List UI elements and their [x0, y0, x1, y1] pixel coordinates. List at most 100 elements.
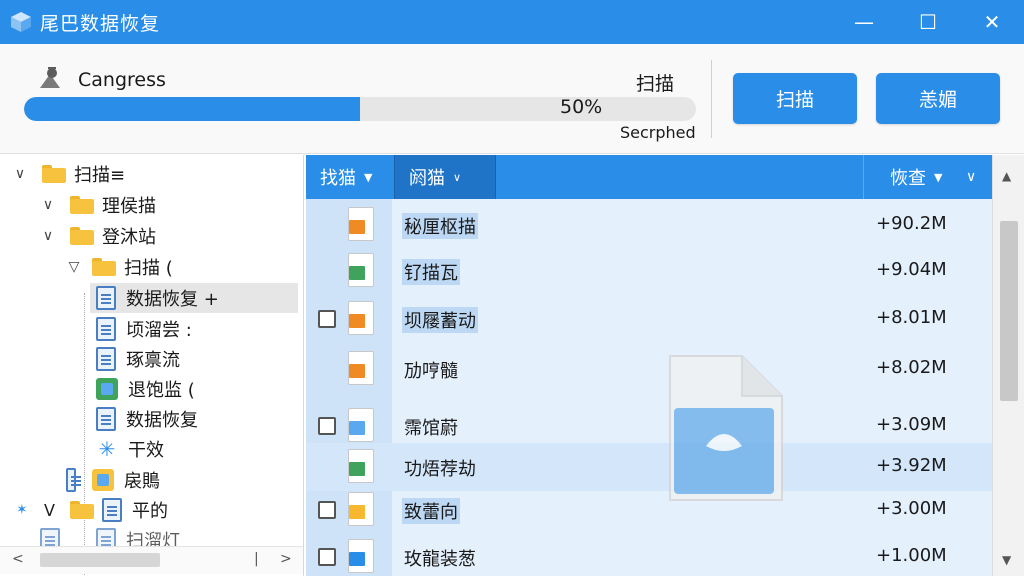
- chevron-down-icon[interactable]: ∨: [12, 166, 28, 182]
- sub-status: Secrphed: [620, 123, 696, 142]
- scan-status-label: 扫描: [636, 73, 675, 95]
- folder-icon: [42, 165, 66, 183]
- column-header-size[interactable]: 恢查 ▼: [876, 155, 966, 199]
- table-row[interactable]: 劢哼髓 +8.02M: [306, 345, 992, 393]
- recover-button[interactable]: 恙媚: [876, 73, 1000, 124]
- chevron-down-icon[interactable]: ▽: [66, 259, 82, 275]
- file-icon: [348, 449, 374, 483]
- column-header-name[interactable]: 阏猫 ∨: [394, 155, 496, 199]
- file-size: +3.92M: [876, 455, 947, 476]
- scrollbar-thumb[interactable]: [40, 553, 160, 567]
- table-row[interactable]: 坝屦蓄动 +8.01M: [306, 295, 992, 343]
- tree-item-file[interactable]: 扆鵙: [66, 465, 160, 495]
- horizontal-scrollbar[interactable]: < | >: [0, 546, 303, 574]
- folder-icon: [70, 196, 94, 214]
- tree-item-folder[interactable]: ▽ 扫描 (: [66, 252, 173, 282]
- file-type-badge: [349, 314, 365, 328]
- tree-item-folder[interactable]: ∨ 登沐站: [40, 221, 156, 251]
- table-row[interactable]: 玫龍装葱 +1.00M: [306, 533, 992, 576]
- row-checkbox[interactable]: [318, 548, 336, 566]
- file-type-badge: [349, 552, 365, 566]
- file-name: 致蕾向: [402, 498, 460, 524]
- scrollbar-thumb[interactable]: [1000, 221, 1018, 401]
- chevron-down-icon[interactable]: ∨: [966, 155, 976, 199]
- file-name: 钌描瓦: [402, 259, 460, 285]
- tree-item-label: 扫描 (: [124, 258, 173, 279]
- file-type-badge: [349, 462, 365, 476]
- row-checkbox[interactable]: [318, 501, 336, 519]
- list-header: 找猫 ▼ 阏猫 ∨ 恢查 ▼ ∨: [306, 155, 992, 199]
- tree-item-file[interactable]: 琢禀流: [96, 344, 180, 374]
- folder-icon: [70, 227, 94, 245]
- file-type-badge: [349, 266, 365, 280]
- close-button[interactable]: ✕: [960, 0, 1024, 44]
- table-row[interactable]: 秘厘枢描 +90.2M: [306, 201, 992, 249]
- row-checkbox[interactable]: [318, 417, 336, 435]
- table-row[interactable]: 功焐荐劫 +3.92M: [306, 443, 992, 491]
- drag-preview-file-icon: [660, 352, 786, 512]
- file-size: +1.00M: [876, 545, 947, 566]
- document-icon: [96, 317, 116, 341]
- scroll-down-icon[interactable]: ▼: [1002, 553, 1011, 567]
- app-logo-icon: [10, 11, 32, 33]
- column-label: 阏猫: [409, 168, 445, 189]
- column-header-type[interactable]: 找猫 ▼: [306, 155, 394, 199]
- scroll-right-icon[interactable]: >: [280, 551, 292, 567]
- image-icon: [92, 469, 114, 491]
- tree-item-folder[interactable]: ∨ 理侯描: [40, 190, 156, 220]
- scroll-up-icon[interactable]: ▲: [1002, 169, 1011, 183]
- file-icon: [348, 408, 374, 442]
- document-icon: [96, 407, 116, 431]
- file-type-badge: [349, 505, 365, 519]
- file-name: 功焐荐劫: [404, 459, 476, 480]
- tree-item-label: 数据恢复: [126, 410, 198, 431]
- tree-item-root[interactable]: ∨ 扫描≡: [12, 159, 125, 189]
- file-type-badge: [349, 421, 365, 435]
- file-icon: [348, 253, 374, 287]
- document-icon: [102, 498, 122, 522]
- document-icon: [66, 468, 81, 492]
- tree-item-file[interactable]: 数据恢复: [96, 404, 198, 434]
- sparkle-icon: ✳: [98, 437, 116, 461]
- folder-icon: [92, 258, 116, 276]
- folder-icon: [70, 501, 94, 519]
- file-size: +8.02M: [876, 357, 947, 378]
- scroll-divider-icon: |: [254, 551, 259, 567]
- progress-fill: [24, 97, 360, 121]
- chevron-down-icon: ∨: [453, 170, 462, 184]
- chevron-right-icon[interactable]: ᐯ: [44, 501, 60, 520]
- folder-tree: ∨ 扫描≡ ∨ 理侯描 ∨ 登沐站 ▽ 扫描 ( 数据恢复 + 顷溜尝 : 琢禀…: [0, 155, 304, 576]
- table-row[interactable]: 致蕾向 +3.00M: [306, 486, 992, 534]
- tree-item-file[interactable]: 退饱监 (: [96, 374, 195, 404]
- chevron-down-icon[interactable]: ∨: [40, 197, 56, 213]
- tree-item-file[interactable]: ✶ ᐯ 平的: [16, 495, 168, 525]
- scroll-left-icon[interactable]: <: [12, 551, 24, 567]
- tree-item-label: 数据恢复 +: [126, 289, 219, 310]
- scan-header: Cangress 扫描 50% Secrphed 扫描 恙媚: [0, 44, 1024, 154]
- row-checkbox[interactable]: [318, 310, 336, 328]
- table-row[interactable]: 钌描瓦 +9.04M: [306, 247, 992, 295]
- scan-button[interactable]: 扫描: [733, 73, 857, 124]
- file-name: 秘厘枢描: [402, 213, 478, 239]
- file-type-badge: [349, 364, 365, 378]
- file-size: +90.2M: [876, 213, 947, 234]
- maximize-button[interactable]: ☐: [896, 0, 960, 44]
- close-icon: ✕: [983, 10, 1001, 34]
- minimize-icon: —: [854, 10, 874, 34]
- tree-item-file[interactable]: ✳ 干效: [96, 434, 164, 464]
- title-bar: 尾巴数据恢复 — ☐ ✕: [0, 0, 1024, 44]
- document-icon: [96, 347, 116, 371]
- file-name: 玫龍装葱: [404, 549, 476, 570]
- file-name: 坝屦蓄动: [402, 307, 478, 333]
- tree-item-label: 平的: [132, 501, 168, 522]
- minimize-button[interactable]: —: [832, 0, 896, 44]
- chevron-down-icon[interactable]: ∨: [40, 228, 56, 244]
- vertical-scrollbar[interactable]: ▲ ▼: [992, 155, 1024, 576]
- file-type-badge: [349, 220, 365, 234]
- file-icon: [348, 207, 374, 241]
- file-size: +3.09M: [876, 414, 947, 435]
- file-name: 劢哼髓: [404, 361, 458, 382]
- tree-item-file[interactable]: 顷溜尝 :: [96, 314, 192, 344]
- image-icon: [96, 378, 118, 400]
- tree-item-selected[interactable]: 数据恢复 +: [90, 283, 298, 313]
